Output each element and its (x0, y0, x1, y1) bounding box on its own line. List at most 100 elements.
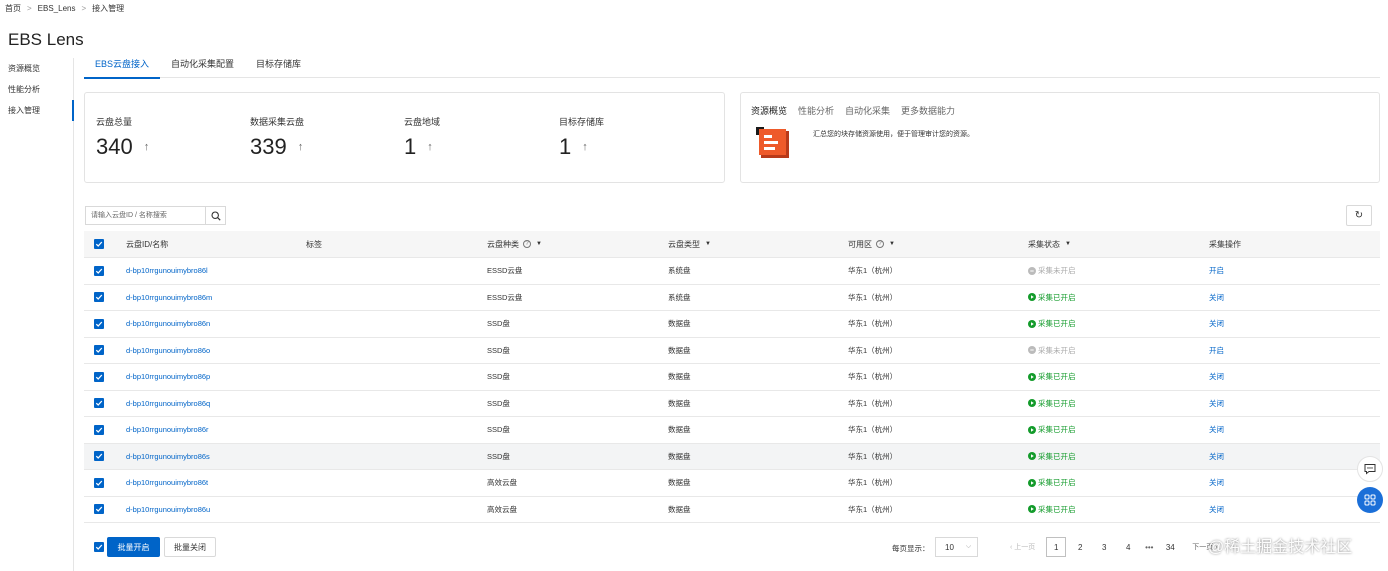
disk-category: SSD盘 (487, 372, 510, 382)
collection-action-link[interactable]: 关闭 (1209, 417, 1224, 443)
header-zone[interactable]: 可用区 ? ▼ (848, 231, 895, 257)
footer-select-all-checkbox[interactable] (94, 542, 104, 552)
row-checkbox[interactable] (94, 497, 104, 523)
collection-action-link[interactable]: 关闭 (1209, 364, 1224, 390)
row-checkbox[interactable] (94, 285, 104, 311)
checkbox-checked-icon (94, 239, 104, 249)
play-circle-icon (1028, 478, 1036, 487)
disk-id-link[interactable]: d-bp10rrgunouimybro86u (126, 497, 210, 523)
row-checkbox[interactable] (94, 391, 104, 417)
help-icon[interactable]: ? (876, 240, 884, 248)
search-input[interactable] (86, 207, 206, 224)
row-checkbox[interactable] (94, 311, 104, 337)
checkbox-checked-icon (94, 451, 104, 462)
collection-action-link[interactable]: 关闭 (1209, 285, 1224, 311)
arrow-up-icon[interactable]: ↑ (427, 141, 433, 153)
tab-auto-collection-config[interactable]: 自动化采集配置 (160, 56, 245, 78)
sidebar-item-performance-analysis[interactable]: 性能分析 (0, 79, 73, 100)
arrow-up-icon[interactable]: ↑ (298, 141, 304, 153)
disk-id-link[interactable]: d-bp10rrgunouimybro86t (126, 470, 208, 496)
tab-target-repository[interactable]: 目标存储库 (245, 56, 312, 78)
sidebar-item-resource-overview[interactable]: 资源概览 (0, 58, 73, 79)
disk-id-link[interactable]: d-bp10rrgunouimybro86p (126, 364, 210, 390)
select-all-checkbox[interactable] (94, 231, 104, 257)
collection-action-link[interactable]: 开启 (1209, 258, 1224, 284)
breadcrumb-ebs-lens[interactable]: EBS_Lens (38, 4, 76, 13)
disk-zone: 华东1（杭州） (848, 319, 898, 329)
disk-id-link[interactable]: d-bp10rrgunouimybro86o (126, 338, 210, 364)
disk-type: 数据盘 (668, 425, 691, 435)
caret-down-icon[interactable]: ▼ (889, 241, 895, 247)
page-size-select[interactable]: 10 ⌵ (935, 537, 978, 557)
play-circle-icon (1028, 319, 1036, 328)
refresh-button[interactable]: ↻ (1346, 205, 1372, 226)
table-row: d-bp10rrgunouimybro86l ESSD云盘 系统盘 华东1（杭州） 采集… (84, 258, 1380, 285)
arrow-up-icon[interactable]: ↑ (144, 141, 150, 153)
table-row: d-bp10rrgunouimybro86p SSD盘 数据盘 华东1（杭州） 采集已开… (84, 364, 1380, 391)
collection-action-link[interactable]: 开启 (1209, 338, 1224, 364)
row-checkbox[interactable] (94, 444, 104, 470)
page-button-last[interactable]: 34 (1160, 537, 1180, 557)
disk-zone: 华东1（杭州） (848, 425, 898, 435)
caret-down-icon[interactable]: ▼ (1065, 241, 1071, 247)
info-card: 资源概览 性能分析 自动化采集 更多数据能力 汇总您的块存储资源使用，便于管理审… (740, 92, 1380, 183)
row-checkbox[interactable] (94, 470, 104, 496)
disk-id-link[interactable]: d-bp10rrgunouimybro86l (126, 258, 208, 284)
header-disk-type[interactable]: 云盘类型 ▼ (668, 231, 711, 257)
breadcrumb-home[interactable]: 首页 (5, 3, 21, 14)
collection-action-link[interactable]: 关闭 (1209, 497, 1224, 523)
sidebar-item-access-management[interactable]: 接入管理 (0, 100, 74, 121)
header-category[interactable]: 云盘种类 ? ▼ (487, 231, 542, 257)
apps-button[interactable] (1357, 487, 1383, 513)
collection-action-link[interactable]: 关闭 (1209, 444, 1224, 470)
collection-action-link[interactable]: 关闭 (1209, 470, 1224, 496)
batch-enable-button[interactable]: 批量开启 (107, 537, 160, 557)
caret-down-icon[interactable]: ▼ (705, 241, 711, 247)
main-tabs: EBS云盘接入 自动化采集配置 目标存储库 (84, 56, 1380, 79)
minus-circle-icon (1028, 266, 1036, 275)
info-tab-performance[interactable]: 性能分析 (798, 104, 834, 117)
header-status[interactable]: 采集状态 ▼ (1028, 231, 1071, 257)
info-tab-auto-collection[interactable]: 自动化采集 (845, 104, 890, 117)
status-text: 采集未开启 (1038, 345, 1076, 355)
disk-id-link[interactable]: d-bp10rrgunouimybro86s (126, 444, 210, 470)
disk-id-link[interactable]: d-bp10rrgunouimybro86r (126, 417, 209, 443)
disk-id-link[interactable]: d-bp10rrgunouimybro86q (126, 391, 210, 417)
row-checkbox[interactable] (94, 364, 104, 390)
page-button-1[interactable]: 1 (1046, 537, 1067, 557)
help-icon[interactable]: ? (523, 240, 531, 248)
collection-status: 采集已开启 (1028, 444, 1076, 470)
page-button-2[interactable]: 2 (1070, 537, 1090, 557)
checkbox-checked-icon (94, 318, 104, 329)
table-row: d-bp10rrgunouimybro86n SSD盘 数据盘 华东1（杭州） 采集已开… (84, 311, 1380, 338)
breadcrumb-separator: > (81, 4, 87, 13)
collection-status: 采集已开启 (1028, 285, 1076, 311)
collection-status: 采集未开启 (1028, 258, 1076, 284)
disk-id-link[interactable]: d-bp10rrgunouimybro86m (126, 285, 212, 311)
page-button-3[interactable]: 3 (1094, 537, 1114, 557)
page-button-4[interactable]: 4 (1118, 537, 1138, 557)
collection-action-link[interactable]: 关闭 (1209, 391, 1224, 417)
row-checkbox[interactable] (94, 258, 104, 284)
info-tab-more-data[interactable]: 更多数据能力 (901, 104, 955, 117)
table-row: d-bp10rrgunouimybro86o SSD盘 数据盘 华东1（杭州） 采集未开… (84, 338, 1380, 364)
row-checkbox[interactable] (94, 417, 104, 443)
checkbox-checked-icon (94, 265, 104, 276)
play-circle-icon (1028, 293, 1036, 302)
disk-id-link[interactable]: d-bp10rrgunouimybro86n (126, 311, 210, 337)
row-checkbox[interactable] (94, 338, 104, 364)
info-tab-resource-overview[interactable]: 资源概览 (751, 104, 787, 117)
status-text: 采集已开启 (1038, 425, 1076, 435)
search-button[interactable] (205, 207, 225, 224)
caret-down-icon[interactable]: ▼ (536, 241, 542, 247)
collection-action-link[interactable]: 关闭 (1209, 311, 1224, 337)
arrow-up-icon[interactable]: ↑ (582, 141, 588, 153)
checkbox-checked-icon (94, 345, 104, 356)
disk-category: SSD盘 (487, 345, 510, 355)
feedback-button[interactable] (1357, 456, 1383, 482)
prev-page-button[interactable]: ‹ 上一页 (1010, 542, 1035, 552)
document-illustration-icon (756, 127, 789, 158)
batch-disable-button[interactable]: 批量关闭 (164, 537, 216, 557)
tab-ebs-disk-access[interactable]: EBS云盘接入 (84, 56, 161, 79)
table-row: d-bp10rrgunouimybro86t 高效云盘 数据盘 华东1（杭州） 采集已开… (84, 470, 1380, 497)
